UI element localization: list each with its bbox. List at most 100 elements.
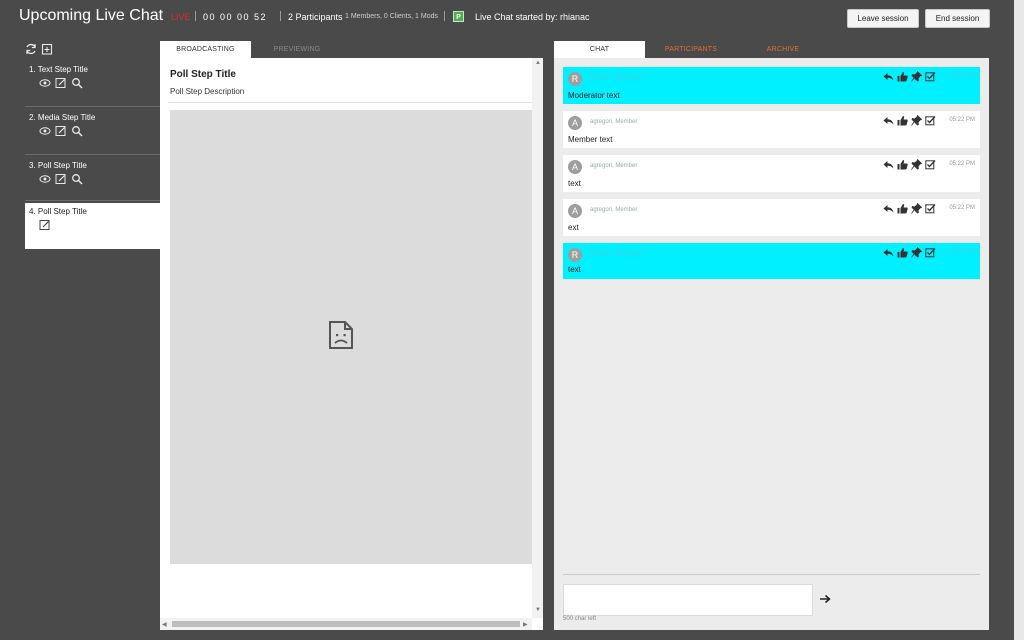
- edit-icon[interactable]: [55, 125, 67, 137]
- step-number: 1.: [29, 65, 36, 74]
- chat-message: A agregori, Member 05:22 PM ext: [563, 199, 980, 236]
- refresh-icon[interactable]: [25, 43, 37, 55]
- page-title: Upcoming Live Chat: [19, 7, 164, 24]
- eye-icon[interactable]: [39, 125, 51, 137]
- checkbox-icon[interactable]: [925, 247, 936, 258]
- message-author: Rhianac, Moderator: [590, 75, 643, 81]
- tab-broadcasting[interactable]: BROADCASTING: [160, 41, 251, 58]
- scroll-right-icon[interactable]: ▶: [523, 621, 528, 628]
- header-separator: [195, 11, 196, 21]
- tab-previewing[interactable]: PREVIEWING: [251, 41, 343, 58]
- checkbox-icon[interactable]: [925, 159, 936, 170]
- avatar: A: [568, 204, 582, 218]
- add-step-icon[interactable]: [41, 43, 53, 55]
- message-author: agregori, Member: [590, 163, 638, 169]
- char-counter: 500 char left: [563, 616, 597, 622]
- chat-message: A agregori, Member 05:22 PM Member text: [563, 111, 980, 148]
- chat-message: R Rhianac, Moderator 05:22 PM Moderator …: [563, 67, 980, 104]
- scroll-left-icon[interactable]: ◀: [162, 621, 167, 628]
- message-text: text: [568, 265, 581, 274]
- message-text: Member text: [568, 135, 613, 144]
- broken-image-icon: [329, 321, 353, 349]
- pin-icon[interactable]: [911, 71, 922, 82]
- chat-message: R Rhianac, Moderator 05:23 PM text: [563, 243, 980, 279]
- edit-icon[interactable]: [39, 219, 51, 231]
- step-item-2[interactable]: 2. Media Step Title: [25, 109, 160, 155]
- chat-message-input[interactable]: [563, 584, 813, 616]
- step-item-1[interactable]: 1. Text Step Title: [25, 61, 160, 107]
- scroll-up-icon[interactable]: ▲: [535, 60, 541, 66]
- avatar: R: [568, 72, 582, 86]
- poll-description: Poll Step Description: [170, 87, 245, 96]
- leave-session-button[interactable]: Leave session: [847, 9, 919, 28]
- message-author: agregori, Member: [590, 207, 638, 213]
- avatar: A: [568, 116, 582, 130]
- scroll-thumb[interactable]: [172, 621, 520, 627]
- reply-icon[interactable]: [883, 71, 894, 82]
- tab-chat[interactable]: CHAT: [554, 41, 645, 58]
- pin-icon[interactable]: [911, 115, 922, 126]
- step-item-3[interactable]: 3. Poll Step Title: [25, 157, 160, 201]
- reply-icon[interactable]: [883, 159, 894, 170]
- vertical-scrollbar[interactable]: ▲ ▼: [532, 58, 543, 618]
- media-frame: [170, 110, 532, 564]
- message-time: 05:22 PM: [949, 205, 975, 211]
- window-scrollbar[interactable]: [1014, 0, 1024, 640]
- message-text: Moderator text: [568, 91, 620, 100]
- live-indicator: LIVE: [171, 12, 191, 22]
- checkbox-icon[interactable]: [925, 71, 936, 82]
- avatar: R: [568, 248, 582, 262]
- search-icon[interactable]: [71, 125, 83, 137]
- message-time: 05:22 PM: [949, 73, 975, 79]
- reply-icon[interactable]: [883, 247, 894, 258]
- broadcast-panel: Poll Step Title Poll Step Description ▲ …: [160, 58, 543, 630]
- poll-title: Poll Step Title: [170, 69, 236, 80]
- header-bar: Upcoming Live Chat LIVE 00 00 00 52 2 Pa…: [0, 0, 1024, 36]
- thumbs-up-icon[interactable]: [897, 159, 908, 170]
- reply-icon[interactable]: [883, 115, 894, 126]
- message-author: agregori, Member: [590, 119, 638, 125]
- message-time: 05:22 PM: [949, 161, 975, 167]
- eye-icon[interactable]: [39, 77, 51, 89]
- pin-icon[interactable]: [911, 159, 922, 170]
- send-arrow-icon[interactable]: [819, 594, 831, 604]
- message-time: 05:22 PM: [949, 117, 975, 123]
- checkbox-icon[interactable]: [925, 203, 936, 214]
- edit-icon[interactable]: [55, 77, 67, 89]
- thumbs-up-icon[interactable]: [897, 115, 908, 126]
- thumbs-up-icon[interactable]: [897, 71, 908, 82]
- participants-count: 2 Participants: [288, 12, 343, 22]
- checkbox-icon[interactable]: [925, 115, 936, 126]
- message-author: Rhianac, Moderator: [590, 251, 643, 257]
- thumbs-up-icon[interactable]: [897, 247, 908, 258]
- tab-participants[interactable]: PARTICIPANTS: [645, 41, 737, 58]
- reply-icon[interactable]: [883, 203, 894, 214]
- scroll-down-icon[interactable]: ▼: [535, 607, 541, 613]
- avatar: A: [568, 160, 582, 174]
- pin-icon[interactable]: [911, 203, 922, 214]
- divider: [563, 574, 980, 575]
- chat-panel: R Rhianac, Moderator 05:22 PM Moderator …: [554, 58, 989, 630]
- pin-icon[interactable]: [911, 247, 922, 258]
- started-by-label: Live Chat started by: rhianac: [475, 12, 590, 22]
- message-text: ext: [568, 223, 579, 232]
- divider: [168, 102, 532, 103]
- thumbs-up-icon[interactable]: [897, 203, 908, 214]
- horizontal-scrollbar[interactable]: ◀ ▶: [160, 618, 532, 630]
- eye-icon[interactable]: [39, 173, 51, 185]
- participants-detail: 1 Members, 0 Clients, 1 Mods: [345, 13, 438, 20]
- header-separator: [280, 11, 281, 21]
- step-title: Media Step Title: [37, 113, 96, 122]
- step-item-4[interactable]: 4. Poll Step Title: [25, 203, 160, 249]
- message-time: 05:23 PM: [949, 249, 975, 255]
- step-number: 4.: [29, 207, 36, 216]
- step-number: 2.: [29, 113, 36, 122]
- edit-icon[interactable]: [55, 173, 67, 185]
- tab-archive[interactable]: ARCHIVE: [737, 41, 829, 58]
- chat-message: A agregori, Member 05:22 PM text: [563, 155, 980, 192]
- search-icon[interactable]: [71, 173, 83, 185]
- search-icon[interactable]: [71, 77, 83, 89]
- end-session-button[interactable]: End session: [925, 9, 990, 28]
- step-title: Poll Step Title: [37, 161, 87, 170]
- session-timer: 00 00 00 52: [203, 12, 268, 22]
